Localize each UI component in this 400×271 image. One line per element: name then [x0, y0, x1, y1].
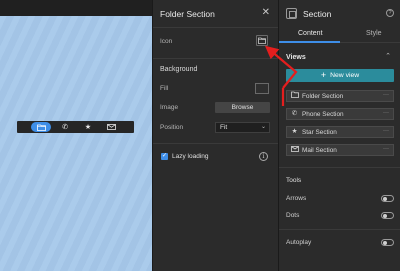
nav-star-button[interactable]: ★ — [78, 122, 98, 132]
position-label: Position — [160, 124, 184, 131]
fill-label: Fill — [160, 85, 169, 92]
new-view-label: New view — [330, 72, 360, 79]
plus-icon: + — [320, 70, 327, 80]
info-icon[interactable]: i — [259, 152, 268, 161]
view-item-label: Mail Section — [302, 146, 337, 154]
background-heading: Background — [160, 66, 198, 73]
star-icon: ★ — [291, 127, 298, 135]
position-value: Fit — [220, 124, 228, 131]
panel-header: Folder Section ✕ — [153, 0, 279, 28]
more-icon[interactable]: ··· — [383, 128, 389, 134]
arrows-label: Arrows — [286, 195, 307, 202]
chevron-down-icon: ⌄ — [260, 124, 266, 130]
tools-heading: Tools — [286, 177, 302, 184]
folder-section-settings-panel: Folder Section ✕ Icon Background Fill Im… — [152, 0, 279, 271]
canvas-topbar — [0, 0, 152, 16]
section-navigator: ✆ ★ — [17, 121, 134, 133]
autoplay-toggle[interactable] — [381, 239, 394, 246]
icon-label: Icon — [160, 38, 173, 45]
canvas-preview: ✆ ★ — [0, 0, 152, 271]
view-item-label: Phone Section — [302, 110, 344, 118]
image-label: Image — [160, 104, 179, 111]
section-panel: Section ? Content Style Views ⌃ + New vi… — [278, 0, 400, 271]
view-item-mail[interactable]: Mail Section ··· — [286, 144, 394, 156]
folder-icon — [258, 37, 266, 44]
phone-icon: ✆ — [291, 109, 298, 117]
active-tab-indicator — [279, 41, 340, 43]
tab-content[interactable]: Content — [298, 30, 323, 37]
dots-toggle[interactable] — [381, 212, 394, 219]
more-icon[interactable]: ··· — [383, 146, 389, 152]
autoplay-label: Autoplay — [286, 239, 312, 246]
lazy-loading-label: Lazy loading — [172, 153, 209, 160]
nav-folder-button[interactable] — [31, 122, 51, 132]
views-heading: Views — [286, 54, 306, 61]
fill-color-swatch[interactable] — [255, 83, 269, 94]
section-panel-header: Section ? — [279, 0, 400, 28]
dots-label: Dots — [286, 212, 300, 219]
position-select[interactable]: Fit ⌄ — [215, 122, 270, 133]
nav-phone-button[interactable]: ✆ — [55, 122, 75, 132]
tab-style[interactable]: Style — [366, 30, 382, 37]
new-view-button[interactable]: + New view — [286, 69, 394, 82]
close-icon[interactable]: ✕ — [262, 7, 270, 18]
view-item-folder[interactable]: Folder Section ··· — [286, 90, 394, 102]
browse-button[interactable]: Browse — [215, 102, 270, 113]
view-item-star[interactable]: ★ Star Section ··· — [286, 126, 394, 138]
arrows-toggle[interactable] — [381, 195, 394, 202]
star-icon: ★ — [84, 123, 92, 131]
lazy-loading-checkbox[interactable]: ✓ — [161, 153, 168, 160]
folder-icon — [36, 124, 46, 131]
section-panel-title: Section — [303, 9, 332, 19]
chevron-up-icon[interactable]: ⌃ — [385, 52, 391, 60]
view-item-label: Folder Section — [302, 92, 344, 100]
folder-icon — [290, 91, 299, 101]
more-icon[interactable]: ··· — [383, 110, 389, 116]
panel-title: Folder Section — [160, 9, 215, 19]
more-icon[interactable]: ··· — [383, 92, 389, 98]
icon-picker-button[interactable] — [256, 35, 268, 46]
help-icon[interactable]: ? — [386, 9, 394, 17]
view-item-phone[interactable]: ✆ Phone Section ··· — [286, 108, 394, 120]
phone-icon: ✆ — [62, 123, 68, 131]
mail-icon — [290, 145, 299, 155]
section-widget-icon — [286, 8, 297, 19]
mail-icon — [106, 124, 116, 130]
view-item-label: Star Section — [302, 128, 337, 136]
nav-mail-button[interactable] — [101, 122, 121, 132]
